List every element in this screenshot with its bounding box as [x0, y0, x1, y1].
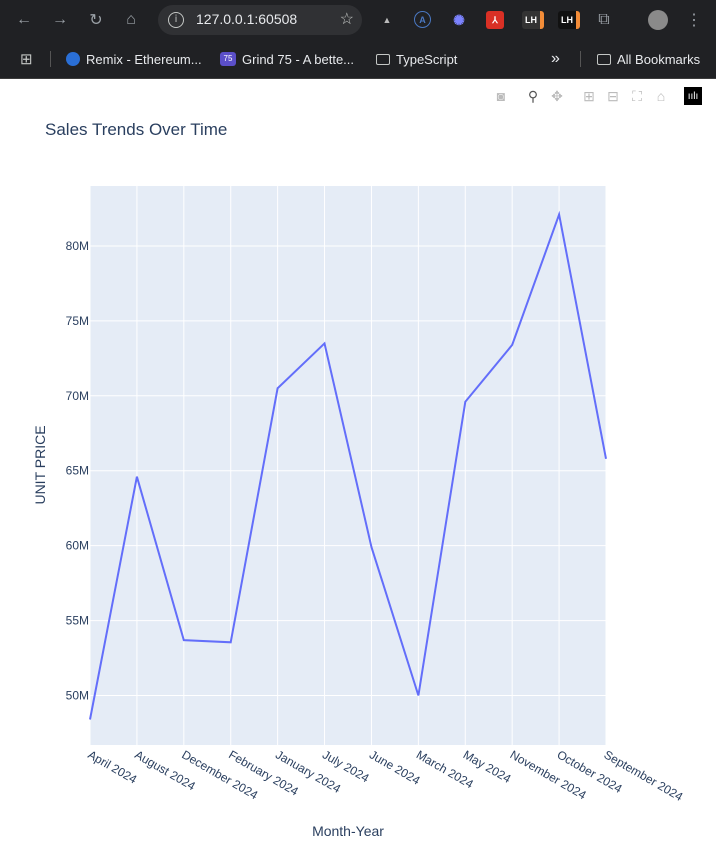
all-bookmarks-button[interactable]: All Bookmarks — [597, 50, 700, 68]
site-info-icon[interactable]: i — [168, 12, 184, 28]
avatar[interactable] — [646, 8, 670, 32]
folder-icon — [597, 53, 611, 65]
bookmark-star-icon[interactable]: ☆ — [340, 9, 354, 29]
url-text[interactable]: 127.0.0.1:60508 — [196, 11, 297, 27]
extensions-puzzle-icon[interactable]: ⧉ — [592, 8, 616, 32]
gear-extension-icon[interactable]: ✺ — [450, 11, 468, 29]
x-tick-label: September 2024 — [602, 747, 686, 804]
back-icon[interactable]: ← — [12, 8, 36, 32]
bookmark-label: Grind 75 - A bette... — [242, 51, 355, 67]
menu-icon[interactable]: ⋮ — [682, 8, 706, 32]
line-chart: Sales Trends Over Time 50M 55M 60M 65M 70M 75… — [32, 120, 686, 839]
x-tick-label: June 2024 — [367, 747, 423, 787]
address-bar[interactable]: i 127.0.0.1:60508 ☆ — [158, 5, 362, 35]
bookmark-label: TypeScript — [396, 51, 458, 67]
y-tick-label: 65M — [66, 464, 89, 478]
browser-toolbar: ← → ↻ ⌂ i 127.0.0.1:60508 ☆ ▲ A ✺ ⅄ LH L… — [0, 0, 716, 40]
folder-icon — [376, 53, 390, 65]
a-extension-icon[interactable]: A — [414, 11, 431, 28]
lighthouse-extension-icon-2[interactable]: LH — [558, 11, 580, 29]
bookmark-typescript-folder[interactable]: TypeScript — [376, 50, 457, 68]
bookmarks-bar: ⊞ Remix - Ethereum... 75 Grind 75 - A be… — [0, 40, 716, 79]
plot-area — [90, 186, 606, 745]
bookmark-label: Remix - Ethereum... — [86, 51, 202, 67]
grind75-icon: 75 — [220, 52, 236, 66]
y-tick-label: 70M — [66, 389, 89, 403]
x-axis-title: Month-Year — [312, 823, 384, 839]
bookmark-grind75[interactable]: 75 Grind 75 - A bette... — [220, 50, 354, 68]
y-tick-label: 55M — [66, 614, 89, 628]
y-tick-label: 60M — [66, 539, 89, 553]
apps-grid-icon[interactable]: ⊞ — [20, 50, 33, 68]
lighthouse-extension-icon[interactable]: LH — [522, 11, 544, 29]
y-axis-title: UNIT PRICE — [32, 425, 48, 504]
home-icon[interactable]: ⌂ — [119, 8, 143, 32]
bookmarks-overflow-button[interactable]: » — [551, 50, 560, 68]
x-tick-label: April 2024 — [86, 747, 140, 786]
remix-icon — [66, 52, 80, 66]
pdf-extension-icon[interactable]: ⅄ — [486, 11, 504, 29]
chart-title: Sales Trends Over Time — [45, 120, 227, 139]
all-bookmarks-label: All Bookmarks — [617, 51, 701, 67]
angular-extension-icon[interactable]: ▲ — [378, 11, 396, 29]
y-tick-label: 75M — [66, 314, 89, 328]
page-content: ◙ ⚲ ✥ ⊞ ⊟ ⛶ ⌂ ıılı Sales Trends Over Tim… — [0, 79, 716, 856]
forward-icon[interactable]: → — [48, 8, 72, 32]
bookmark-remix[interactable]: Remix - Ethereum... — [66, 50, 202, 68]
y-tick-label: 80M — [66, 239, 89, 253]
y-tick-label: 50M — [66, 689, 89, 703]
reload-icon[interactable]: ↻ — [84, 8, 108, 32]
